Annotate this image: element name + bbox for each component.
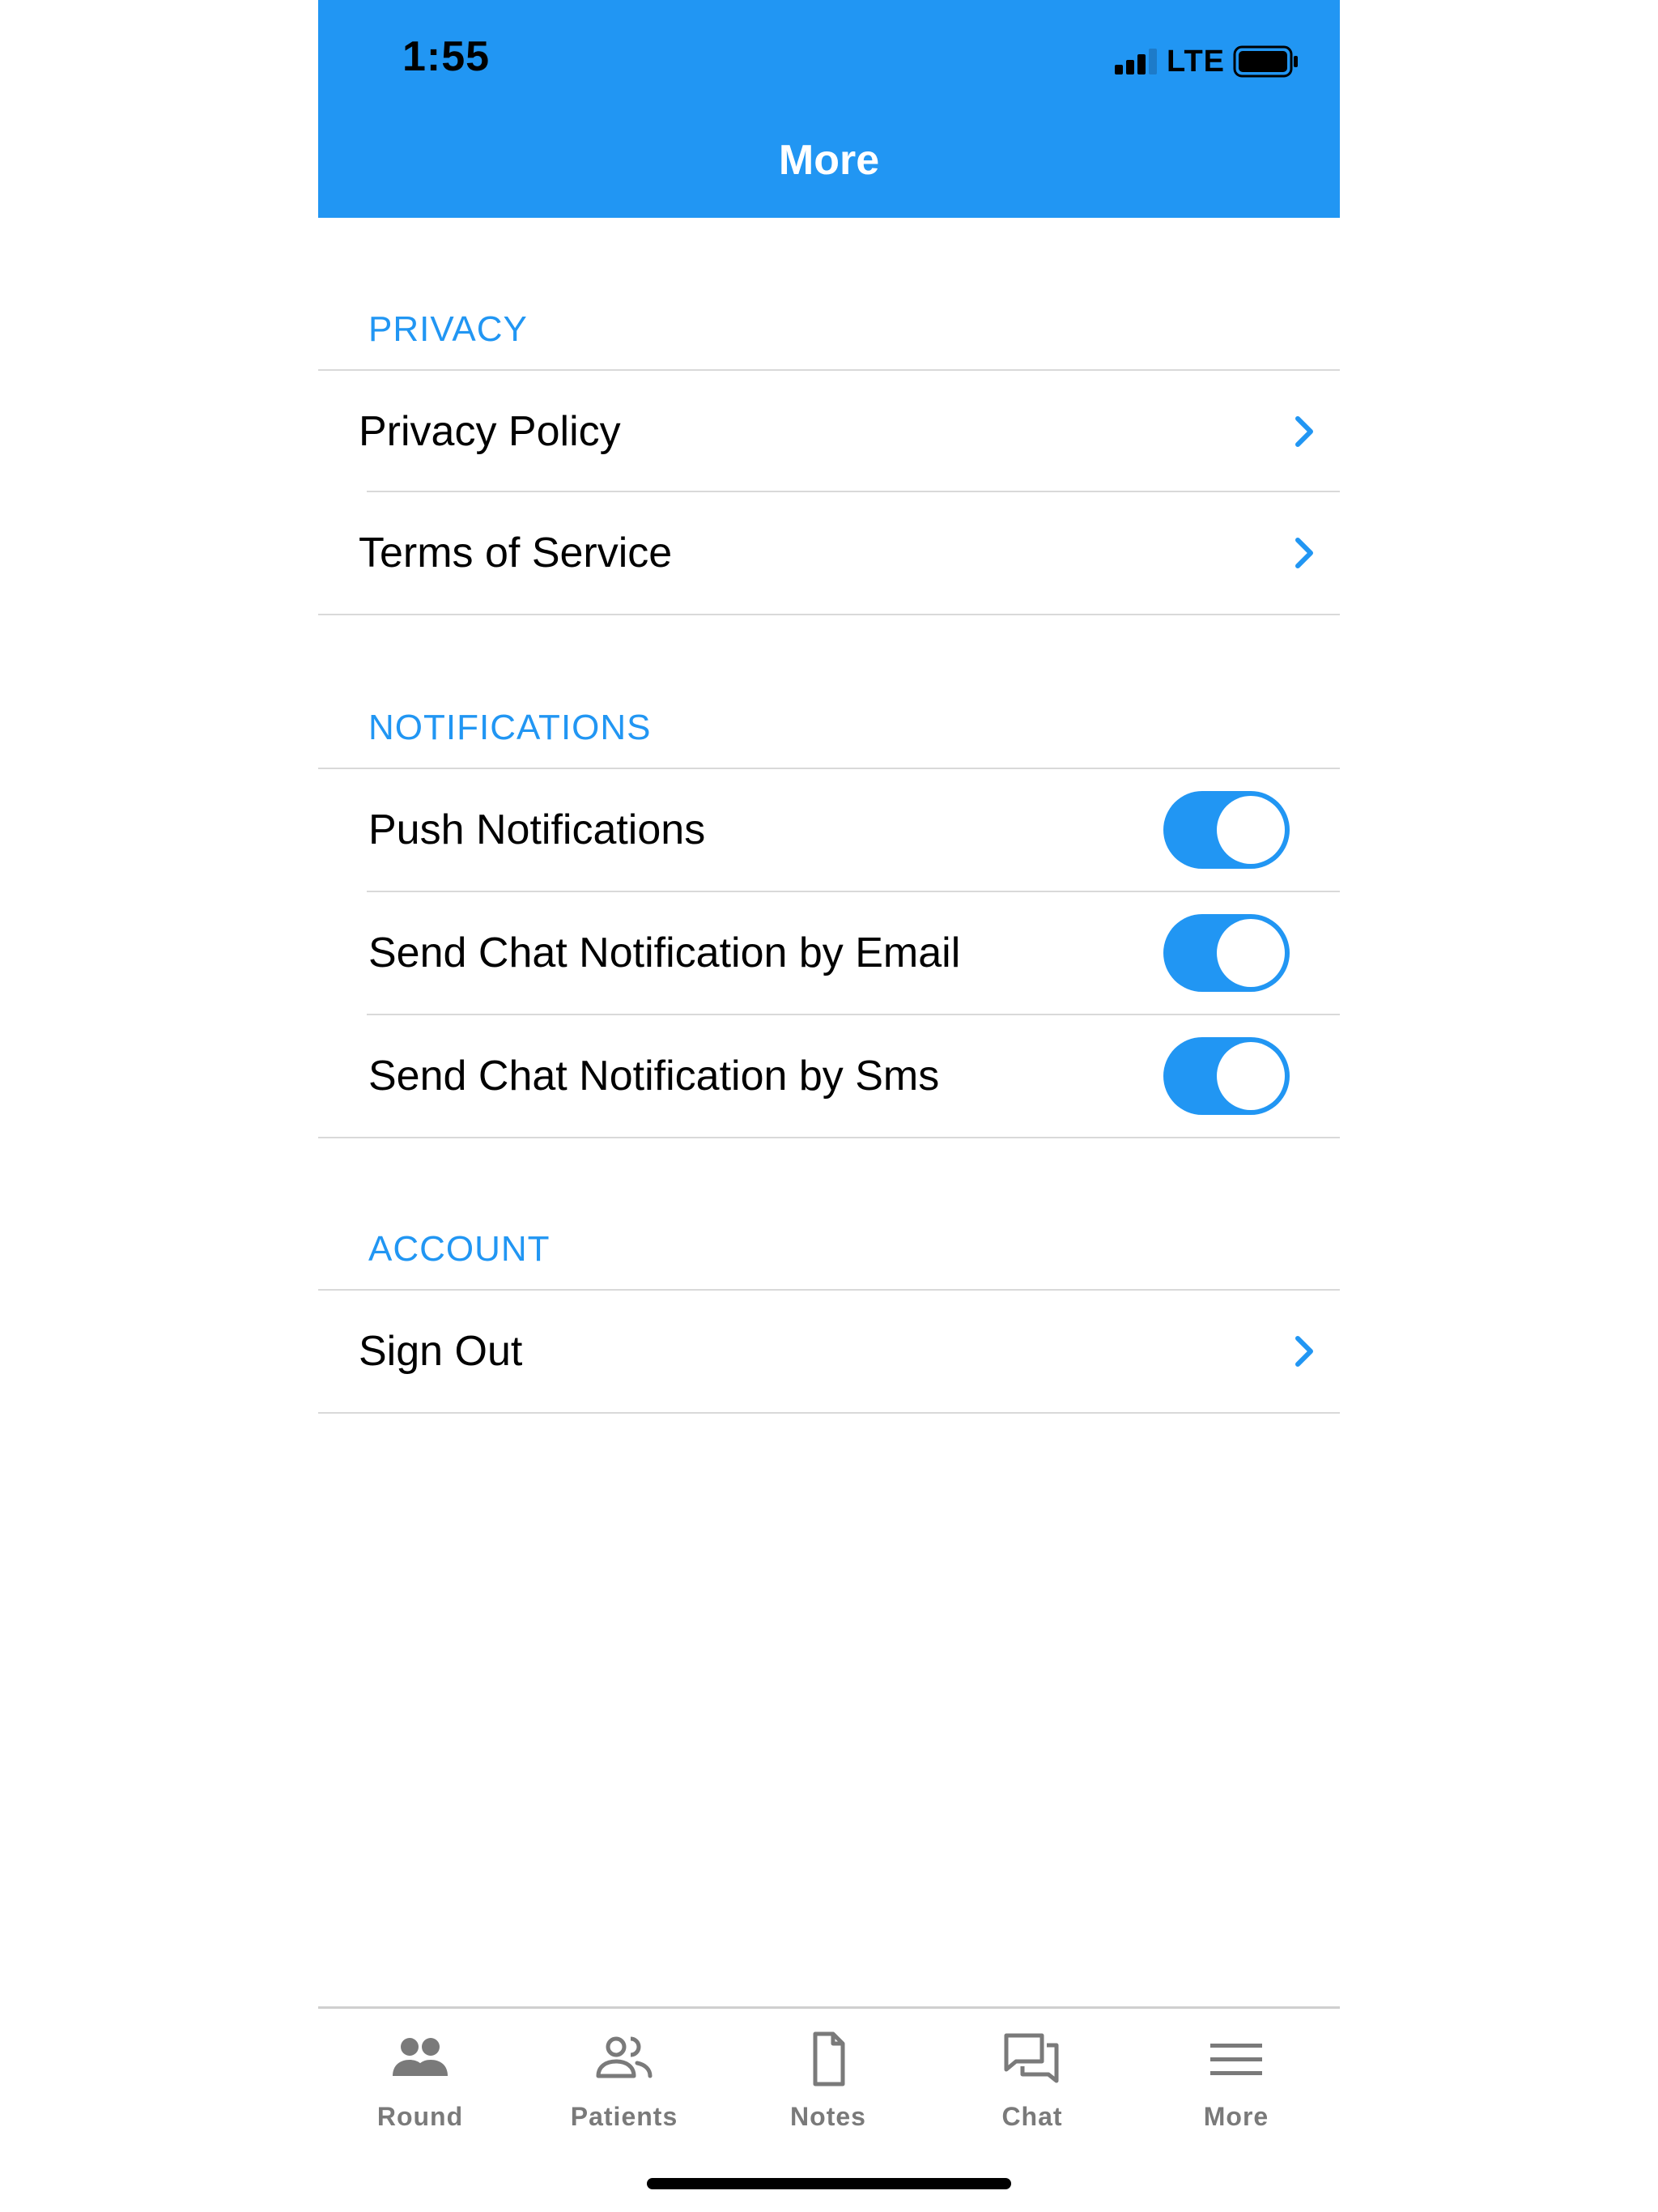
terms-of-service-label: Terms of Service <box>359 530 673 576</box>
chat-bubbles-icon <box>1004 2033 1059 2083</box>
terms-of-service-row[interactable]: Terms of Service <box>318 492 1340 614</box>
chat-sms-notification-label: Send Chat Notification by Sms <box>368 1053 940 1100</box>
home-indicator <box>647 2178 1011 2189</box>
push-notifications-label: Push Notifications <box>368 806 706 853</box>
privacy-policy-label: Privacy Policy <box>359 408 621 455</box>
status-indicators: LTE <box>1115 44 1299 79</box>
divider <box>318 1412 1340 1414</box>
tab-notes[interactable]: Notes <box>726 2031 930 2144</box>
tab-chat[interactable]: Chat <box>930 2031 1134 2144</box>
battery-icon <box>1233 45 1298 78</box>
chat-email-notification-label: Send Chat Notification by Email <box>368 929 961 976</box>
tab-round[interactable]: Round <box>318 2031 522 2144</box>
toggle-knob <box>1217 1042 1285 1110</box>
sign-out-row[interactable]: Sign Out <box>318 1291 1340 1412</box>
header-bar: 1:55 LTE More <box>318 0 1340 218</box>
chat-sms-notification-toggle[interactable] <box>1163 1037 1290 1115</box>
chevron-right-icon <box>1295 538 1313 568</box>
cellular-signal-icon <box>1115 49 1158 74</box>
chevron-right-icon <box>1295 1336 1313 1367</box>
document-icon <box>813 2031 845 2087</box>
chat-email-notification-row: Send Chat Notification by Email <box>318 892 1340 1014</box>
divider <box>318 614 1340 615</box>
tab-chat-label: Chat <box>1001 2102 1063 2131</box>
push-notifications-row: Push Notifications <box>318 769 1340 891</box>
section-header-notifications: NOTIFICATIONS <box>368 708 652 747</box>
section-header-account: ACCOUNT <box>368 1229 551 1269</box>
tab-notes-label: Notes <box>790 2102 866 2131</box>
app-screen: 1:55 LTE More PRIVACY Privacy Policy Ter… <box>318 0 1340 2212</box>
chat-email-notification-toggle[interactable] <box>1163 914 1290 992</box>
page-title: More <box>778 137 880 184</box>
sign-out-label: Sign Out <box>359 1328 523 1375</box>
tab-patients-label: Patients <box>570 2102 678 2131</box>
tab-patients[interactable]: Patients <box>522 2031 726 2144</box>
tab-round-label: Round <box>376 2102 464 2131</box>
tab-more[interactable]: More <box>1134 2031 1338 2144</box>
section-header-privacy: PRIVACY <box>368 309 528 349</box>
chevron-right-icon <box>1295 416 1313 447</box>
group-outline-icon <box>596 2036 653 2078</box>
status-time: 1:55 <box>402 33 491 80</box>
push-notifications-toggle[interactable] <box>1163 791 1290 869</box>
divider <box>318 1137 1340 1138</box>
tab-more-label: More <box>1203 2102 1269 2131</box>
tab-bar-border <box>318 2006 1340 2009</box>
group-filled-icon <box>393 2038 448 2076</box>
toggle-knob <box>1217 919 1285 987</box>
privacy-policy-row[interactable]: Privacy Policy <box>318 371 1340 492</box>
menu-icon <box>1210 2044 1262 2075</box>
network-type-label: LTE <box>1167 44 1225 79</box>
toggle-knob <box>1217 796 1285 864</box>
chat-sms-notification-row: Send Chat Notification by Sms <box>318 1015 1340 1137</box>
